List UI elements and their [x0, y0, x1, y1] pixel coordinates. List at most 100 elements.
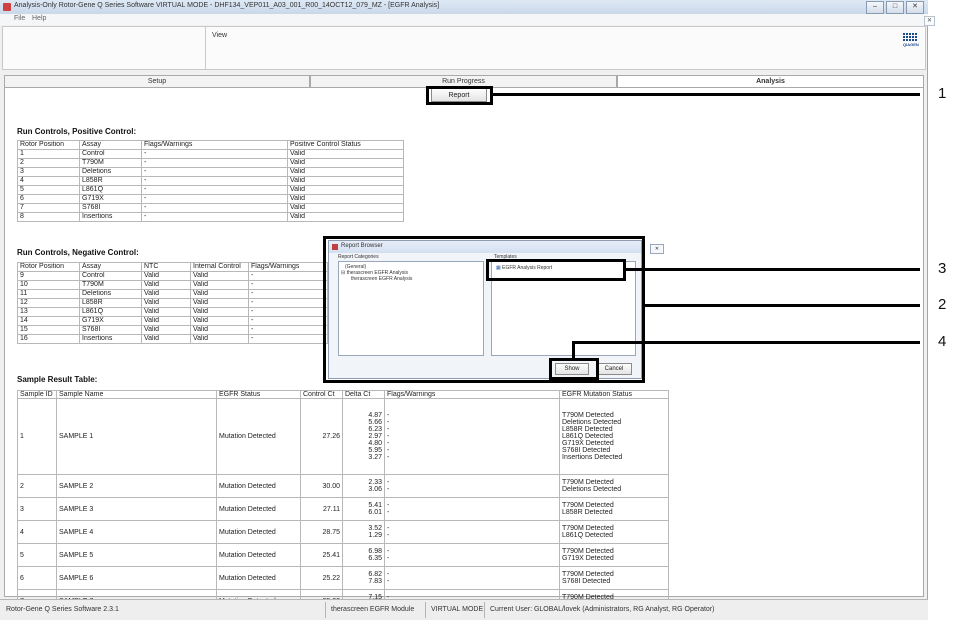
maximize-icon[interactable]: □	[886, 1, 904, 14]
table-cell: 3	[17, 167, 80, 177]
toolbar-separator	[205, 27, 206, 70]
table-row[interactable]: 13 L861Q Valid Valid -	[17, 307, 328, 317]
table-cell: 15	[17, 325, 80, 335]
tab-analysis[interactable]: Analysis	[617, 75, 924, 87]
table-cell: -	[141, 194, 288, 204]
table-row[interactable]: 16 Insertions Valid Valid -	[17, 334, 328, 344]
table-cell: - -	[384, 543, 560, 567]
table-cell: Valid	[190, 325, 249, 335]
mdi-close-icon[interactable]: ✕	[924, 16, 935, 26]
menu-file[interactable]: File	[14, 15, 25, 22]
table-row[interactable]: 1 SAMPLE 1 Mutation Detected 27.26 4.87 5.66…	[17, 398, 669, 475]
view-menu[interactable]: View	[212, 32, 227, 39]
table-cell: T790M Detected Deletions Detected	[559, 474, 669, 498]
toolbar: View QIAGEN	[2, 26, 926, 70]
table-cell: 13	[17, 307, 80, 317]
table-header-row: Rotor Position Assay NTC Internal Contro…	[17, 262, 328, 272]
table-cell: Valid	[141, 280, 191, 290]
table-cell: Valid	[190, 289, 249, 299]
table-cell: 30.00	[300, 474, 343, 498]
table-row[interactable]: 2 SAMPLE 2 Mutation Detected 30.00 2.33 3.06…	[17, 474, 669, 498]
table-cell: Valid	[141, 334, 191, 344]
table-cell: 2	[17, 158, 80, 168]
table-cell: Mutation Detected	[216, 520, 301, 544]
table-cell: 5.41 6.01	[342, 497, 385, 521]
table-row[interactable]: 9 Control Valid Valid -	[17, 271, 328, 281]
table-cell: L858R	[79, 298, 142, 308]
callout-line-3	[626, 268, 920, 271]
dialog-close-icon[interactable]: ✕	[650, 244, 664, 254]
table-cell: Mutation Detected	[216, 543, 301, 567]
table-cell: -	[248, 316, 328, 326]
table-row[interactable]: 11 Deletions Valid Valid -	[17, 289, 328, 299]
table-cell: 6	[17, 194, 80, 204]
status-mode: VIRTUAL MODE	[431, 606, 484, 613]
table-cell: Valid	[141, 298, 191, 308]
table-cell: SAMPLE 5	[56, 543, 217, 567]
table-cell: SAMPLE 2	[56, 474, 217, 498]
table-cell: 2	[17, 474, 57, 498]
status-software: Rotor-Gene Q Series Software 2.3.1	[6, 606, 119, 613]
table-row[interactable]: 6 G719X - Valid	[17, 194, 404, 204]
status-module: therascreen EGFR Module	[331, 606, 415, 613]
table-cell: Mutation Detected	[216, 398, 301, 475]
table-cell: S768I	[79, 325, 142, 335]
callout-box-3	[486, 259, 626, 281]
column-header: Sample ID	[17, 390, 57, 399]
table-cell: Valid	[141, 316, 191, 326]
window-controls: – □ ✕	[866, 1, 924, 14]
table-row[interactable]: 5 L861Q - Valid	[17, 185, 404, 195]
table-row[interactable]: 4 SAMPLE 4 Mutation Detected 28.75 3.52 1.29…	[17, 520, 669, 544]
table-row[interactable]: 12 L858R Valid Valid -	[17, 298, 328, 308]
table-row[interactable]: 6 SAMPLE 6 Mutation Detected 25.22 6.82 7.83…	[17, 566, 669, 590]
callout-box-1	[426, 86, 493, 105]
table-row[interactable]: 7 S768I - Valid	[17, 203, 404, 213]
table-cell: Valid	[287, 194, 404, 204]
tab-setup[interactable]: Setup	[4, 75, 310, 87]
table-cell: T790M	[79, 280, 142, 290]
menu-help[interactable]: Help	[32, 15, 46, 22]
close-icon[interactable]: ✕	[906, 1, 924, 14]
callout-number-3: 3	[938, 260, 947, 277]
table-cell: Mutation Detected	[216, 474, 301, 498]
table-row[interactable]: 3 Deletions - Valid	[17, 167, 404, 177]
table-row[interactable]: 4 L858R - Valid	[17, 176, 404, 186]
table-cell: 6	[17, 566, 57, 590]
table-row[interactable]: 2 T790M - Valid	[17, 158, 404, 168]
table-cell: -	[248, 271, 328, 281]
table-cell: Valid	[141, 271, 191, 281]
table-cell: 4.87 5.66 6.23 2.97 4.80 5.95 3.27	[342, 398, 385, 475]
title-bar: Analysis-Only Rotor-Gene Q Series Softwa…	[0, 0, 928, 15]
table-row[interactable]: 8 Insertions - Valid	[17, 212, 404, 222]
table-cell: 16	[17, 334, 80, 344]
table-cell: 9	[17, 271, 80, 281]
table-cell: 14	[17, 316, 80, 326]
table-row[interactable]: 14 G719X Valid Valid -	[17, 316, 328, 326]
table-cell: Deletions	[79, 167, 142, 177]
table-row[interactable]: 15 S768I Valid Valid -	[17, 325, 328, 335]
table-cell: T790M Detected S768I Detected	[559, 566, 669, 590]
table-cell: 25.41	[300, 543, 343, 567]
table-cell: Insertions	[79, 212, 142, 222]
table-row[interactable]: 1 Control - Valid	[17, 149, 404, 159]
minimize-icon[interactable]: –	[866, 1, 884, 14]
table-cell: Valid	[287, 149, 404, 159]
table-cell: S768I	[79, 203, 142, 213]
table-cell: -	[141, 212, 288, 222]
table-row[interactable]: 3 SAMPLE 3 Mutation Detected 27.11 5.41 6.01…	[17, 497, 669, 521]
table-cell: Valid	[141, 289, 191, 299]
table-cell: -	[248, 298, 328, 308]
table-cell: -	[141, 203, 288, 213]
column-header: Control Ct	[300, 390, 343, 399]
table-cell: 28.75	[300, 520, 343, 544]
table-cell: Valid	[287, 212, 404, 222]
menu-bar: File Help – ▫ ✕	[0, 14, 935, 26]
negative-control-table: Rotor Position Assay NTC Internal Contro…	[17, 262, 328, 344]
table-cell: Deletions	[79, 289, 142, 299]
table-row[interactable]: 10 T790M Valid Valid -	[17, 280, 328, 290]
column-header: Assay	[79, 262, 142, 272]
table-cell: -	[141, 158, 288, 168]
table-row[interactable]: 5 SAMPLE 5 Mutation Detected 25.41 6.98 6.35…	[17, 543, 669, 567]
column-header: EGFR Mutation Status	[559, 390, 669, 399]
callout-line-2	[645, 304, 920, 307]
